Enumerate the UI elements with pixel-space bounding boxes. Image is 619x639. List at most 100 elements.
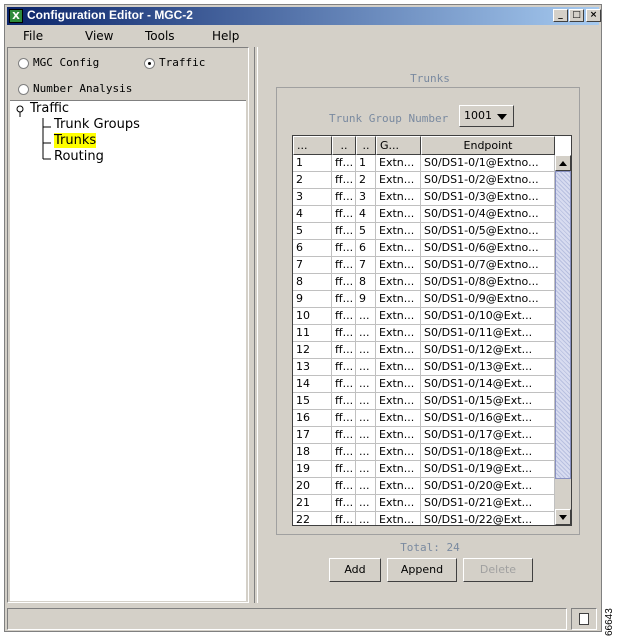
table-row[interactable]: 9 ff... 9 Extn... S0/DS1-0/9@Extno... [293,291,555,308]
table-cell: ... [356,393,376,410]
tree-item-trunks[interactable]: Trunks [54,133,97,148]
table-row[interactable]: 4 ff... 4 Extn... S0/DS1-0/4@Extno... [293,206,555,223]
trunk-group-number-dropdown[interactable]: 1001 [459,105,514,127]
table-row[interactable]: 22 ff...... Extn... S0/DS1-0/22@Ext... [293,512,555,525]
column-header[interactable]: .. [332,136,356,155]
table-row[interactable]: 3 ff... 3 Extn... S0/DS1-0/3@Extno... [293,189,555,206]
scroll-thumb[interactable] [555,171,571,479]
table-cell: 18 [293,444,332,461]
minimize-button[interactable]: _ [553,9,568,22]
table-cell: Extn... [376,172,421,189]
table-cell: 22 [293,512,332,525]
table-cell: S0/DS1-0/8@Extno... [421,274,555,291]
table-row[interactable]: 1 ff... 1 Extn... S0/DS1-0/1@Extno... [293,155,555,172]
menu-file[interactable]: File [23,29,43,43]
table-row[interactable]: 5 ff... 5 Extn... S0/DS1-0/5@Extno... [293,223,555,240]
table-row[interactable]: 12 ff...... Extn... S0/DS1-0/12@Ext... [293,342,555,359]
tree-view: Traffic Trunk Groups Trunks Routing [10,100,246,601]
menu-view[interactable]: View [85,29,113,43]
table-row[interactable]: 2 ff... 2 Extn... S0/DS1-0/2@Extno... [293,172,555,189]
expand-icon[interactable] [15,105,25,117]
table-cell: Extn... [376,427,421,444]
trunk-group-number-label: Trunk Group Number [329,112,449,125]
table-cell: Extn... [376,155,421,172]
tree-item-routing[interactable]: Routing [54,149,104,164]
scroll-down-button[interactable] [555,509,571,525]
table-row[interactable]: 14 ff...... Extn... S0/DS1-0/14@Ext... [293,376,555,393]
traffic-label[interactable]: Traffic [159,56,205,69]
title-bar[interactable]: X Configuration Editor - MGC-2 _ □ × [7,7,601,25]
table-cell: Extn... [376,495,421,512]
table-cell: Extn... [376,376,421,393]
table-cell: 14 [293,376,332,393]
table-row[interactable]: 15 ff...... Extn... S0/DS1-0/15@Ext... [293,393,555,410]
table-row[interactable]: 16 ff...... Extn... S0/DS1-0/16@Ext... [293,410,555,427]
table-cell: ff... [332,274,356,291]
table-cell: ff... [332,342,356,359]
status-bar [7,608,567,630]
table-cell: Extn... [376,206,421,223]
menu-bar: File View Tools Help [7,27,599,45]
add-button[interactable]: Add [329,558,381,582]
mgc-config-radio[interactable] [18,58,29,69]
tree-root-traffic[interactable]: Traffic [30,101,69,116]
window-title: Configuration Editor - MGC-2 [27,8,193,22]
table-cell: ff... [332,155,356,172]
table-cell: 20 [293,478,332,495]
table-row[interactable]: 7 ff... 7 Extn... S0/DS1-0/7@Extno... [293,257,555,274]
table-cell: 1 [356,155,376,172]
table-cell: ... [356,512,376,525]
table-cell: Extn... [376,240,421,257]
table-cell: ... [356,376,376,393]
table-row[interactable]: 11 ff...... Extn... S0/DS1-0/11@Ext... [293,325,555,342]
table-cell: 2 [293,172,332,189]
table-cell: ... [356,342,376,359]
column-header[interactable]: Endpoint [421,136,555,155]
column-header[interactable]: .. [356,136,376,155]
column-header[interactable]: G... [376,136,421,155]
table-cell: 4 [293,206,332,223]
trunks-panel: Trunks Trunk Group Number 1001 ... .. ..… [261,47,599,603]
menu-help[interactable]: Help [212,29,239,43]
number-analysis-label[interactable]: Number Analysis [33,82,132,95]
table-cell: Extn... [376,478,421,495]
table-cell: ... [356,427,376,444]
table-cell: S0/DS1-0/20@Ext... [421,478,555,495]
table-cell: Extn... [376,308,421,325]
number-analysis-radio[interactable] [18,84,29,95]
scroll-up-button[interactable] [555,155,571,171]
table-cell: 6 [293,240,332,257]
maximize-button[interactable]: □ [569,9,584,22]
append-button[interactable]: Append [387,558,457,582]
mgc-config-label[interactable]: MGC Config [33,56,99,69]
table-row[interactable]: 8 ff... 8 Extn... S0/DS1-0/8@Extno... [293,274,555,291]
table-cell: ff... [332,359,356,376]
trunk-group-number-value: 1001 [464,109,492,122]
table-cell: ff... [332,206,356,223]
table-row[interactable]: 10 ff...... Extn... S0/DS1-0/10@Ext... [293,308,555,325]
traffic-radio[interactable] [144,58,155,69]
close-button[interactable]: × [586,9,601,22]
table-row[interactable]: 13 ff...... Extn... S0/DS1-0/13@Ext... [293,359,555,376]
table-row[interactable]: 18 ff...... Extn... S0/DS1-0/18@Ext... [293,444,555,461]
table-cell: 1 [293,155,332,172]
table-cell: Extn... [376,393,421,410]
table-cell: ... [356,308,376,325]
table-row[interactable]: 21 ff...... Extn... S0/DS1-0/21@Ext... [293,495,555,512]
vertical-scrollbar[interactable] [555,155,571,525]
table-row[interactable]: 20 ff...... Extn... S0/DS1-0/20@Ext... [293,478,555,495]
table-cell: 9 [293,291,332,308]
table-cell: Extn... [376,359,421,376]
tree-item-trunk-groups[interactable]: Trunk Groups [54,117,140,132]
table-cell: S0/DS1-0/12@Ext... [421,342,555,359]
menu-tools[interactable]: Tools [145,29,175,43]
table-row[interactable]: 17 ff...... Extn... S0/DS1-0/17@Ext... [293,427,555,444]
column-header[interactable]: ... [293,136,332,155]
table-row[interactable]: 19 ff...... Extn... S0/DS1-0/19@Ext... [293,461,555,478]
table-cell: ff... [332,410,356,427]
status-icon-panel[interactable] [571,608,597,630]
split-pane-divider[interactable] [254,47,258,603]
table-cell: S0/DS1-0/1@Extno... [421,155,555,172]
table-cell: ... [356,444,376,461]
table-row[interactable]: 6 ff... 6 Extn... S0/DS1-0/6@Extno... [293,240,555,257]
